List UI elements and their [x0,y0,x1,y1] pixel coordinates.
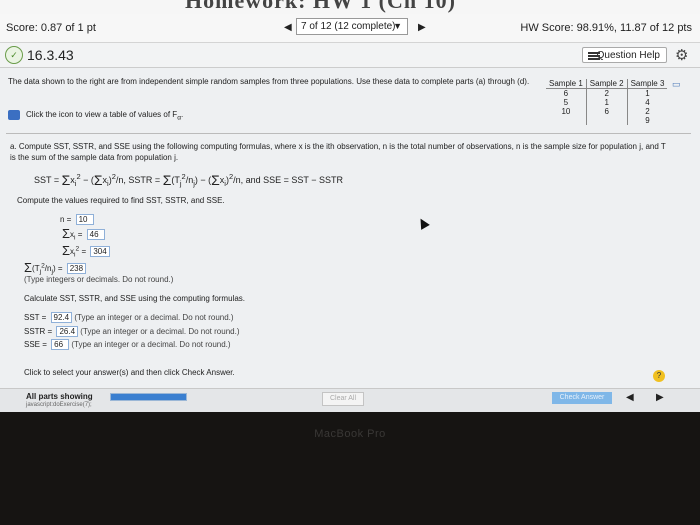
table-row: 9 [546,116,667,125]
compute-prompt: Compute the values required to find SST,… [17,196,225,205]
all-parts-showing: All parts showing [26,392,93,401]
table-cell: 2 [645,107,650,116]
question-select[interactable]: 7 of 12 (12 complete) ▼ [296,18,408,35]
table-icon[interactable] [8,110,20,120]
question-header: ✓ 16.3.43 Question Help ⚙ [0,43,700,68]
window-title-bar: Homework: HW 1 (Ch 10) [0,0,700,14]
formula-sst-label: SST = [34,175,60,185]
sst-hint: (Type an integer or a decimal. Do not ro… [74,313,234,322]
sstr-row: SSTR = 26.4 (Type an integer or a decima… [24,326,239,337]
n-answer-box[interactable]: 10 [75,214,94,225]
chevron-down-icon: ▼ [393,21,402,31]
sse-hint: (Type an integer or a decimal. Do not ro… [71,340,231,349]
sstr-hint: (Type an integer or a decimal. Do not ro… [80,327,240,336]
sum-x-row: Σxi = 46 [62,226,105,242]
table-cell: 2 [586,88,628,98]
formula-tail: /n, and SSE = SST − SSTR [233,175,344,185]
sse-label: SSE = [24,340,47,349]
divider [6,133,691,134]
table-cell [586,116,628,125]
parts-progress-bar [110,393,187,401]
table-cell: 5 [546,98,587,107]
table-row: 10 6 2 [546,107,667,116]
question-score: Score: 0.87 of 1 pt [6,22,96,34]
intro-text: The data shown to the right are from ind… [8,77,530,86]
question-help-label: Question Help [596,50,660,61]
table-cell: 1 [645,89,650,98]
f-table-note-text: Click the icon to view a table of values… [26,110,178,120]
calculate-prompt: Calculate SST, SSTR, and SSE using the c… [24,294,245,303]
sample-data-table: Sample 1 Sample 2 Sample 3 6 2 1 5 1 4 1… [546,79,668,125]
homework-score: HW Score: 98.91%, 11.87 of 12 pts [520,22,692,34]
browser-screen: Homework: HW 1 (Ch 10) Score: 0.87 of 1 … [0,0,700,412]
sse-row: SSE = 66 (Type an integer or a decimal. … [24,339,231,350]
sum-x2-answer-box[interactable]: 304 [90,246,110,257]
list-icon [588,52,600,60]
progress-fill [111,394,186,400]
window-title: Homework: HW 1 (Ch 10) [185,0,456,13]
table-row: 5 1 4 [546,98,667,107]
sum-t-answer-box[interactable]: 238 [66,263,87,274]
sstr-answer-box[interactable]: 26.4 [56,326,79,337]
table-header-row: Sample 1 Sample 2 Sample 3 [546,79,668,89]
f-table-note: Click the icon to view a table of values… [8,110,183,122]
computing-formulas: SST = Σxi2 − (Σxi)2/n, SSTR = Σ(Tj2/nj) … [34,172,344,188]
laptop-bezel-label: MacBook Pro [314,428,386,440]
table-cell: 6 [546,88,587,98]
sum-t-row: Σ(Tj2/nj) = 238 [24,260,87,276]
table-cell: 10 [546,107,587,116]
table-cell: 9 [645,116,650,125]
sst-label: SST = [24,313,47,322]
partial-credit-icon: ✓ [5,46,23,64]
sstr-label: SSTR = [24,327,53,336]
sum-x-answer-box[interactable]: 46 [86,229,105,240]
sum-x2-row: Σxi2 = 304 [62,243,110,259]
question-help-button[interactable]: Question Help [582,47,667,63]
check-answer-button[interactable]: Check Answer [552,392,612,404]
formula-sstr-label: /n, SSTR = [115,175,161,185]
table-row: 6 2 1 [546,88,667,98]
previous-question-icon[interactable]: ◀ [284,22,292,33]
column-header: Sample 2 [586,79,628,89]
sse-answer-box[interactable]: 66 [51,339,70,350]
sst-answer-box[interactable]: 92.4 [50,312,73,323]
status-link-text: javascript:doExercise(7); [26,402,92,408]
table-cell: 6 [586,107,628,116]
hint-button[interactable]: ? [653,370,665,382]
n-label: n = [60,215,72,224]
integer-hint: (Type integers or decimals. Do not round… [24,275,174,284]
expand-table-icon[interactable]: ▭ [672,79,681,90]
next-arrow-icon[interactable]: ▶ [656,392,664,403]
bottom-bar: All parts showing javascript:doExercise(… [0,388,700,412]
question-select-value: 7 of 12 (12 complete) [301,21,396,32]
n-row: n = 10 [60,214,94,225]
table-cell [546,116,587,125]
question-content: The data shown to the right are from ind… [0,68,700,412]
column-header: Sample 1 [546,79,587,89]
check-answer-instruction: Click to select your answer(s) and then … [24,368,235,377]
table-cell: 4 [645,98,650,107]
gear-icon[interactable]: ⚙ [675,46,688,64]
part-a-instructions: a. Compute SST, SSTR, and SSE using the … [10,142,666,162]
score-bar: Score: 0.87 of 1 pt ◀ 7 of 12 (12 comple… [0,14,700,43]
table-cell: 1 [586,98,628,107]
question-number: 16.3.43 [27,47,74,63]
clear-all-button[interactable]: Clear All [322,392,364,406]
previous-arrow-icon[interactable]: ◀ [626,392,634,403]
next-question-icon[interactable]: ▶ [418,22,426,33]
column-header: Sample 3 [630,79,665,88]
sst-row: SST = 92.4 (Type an integer or a decimal… [24,312,234,323]
